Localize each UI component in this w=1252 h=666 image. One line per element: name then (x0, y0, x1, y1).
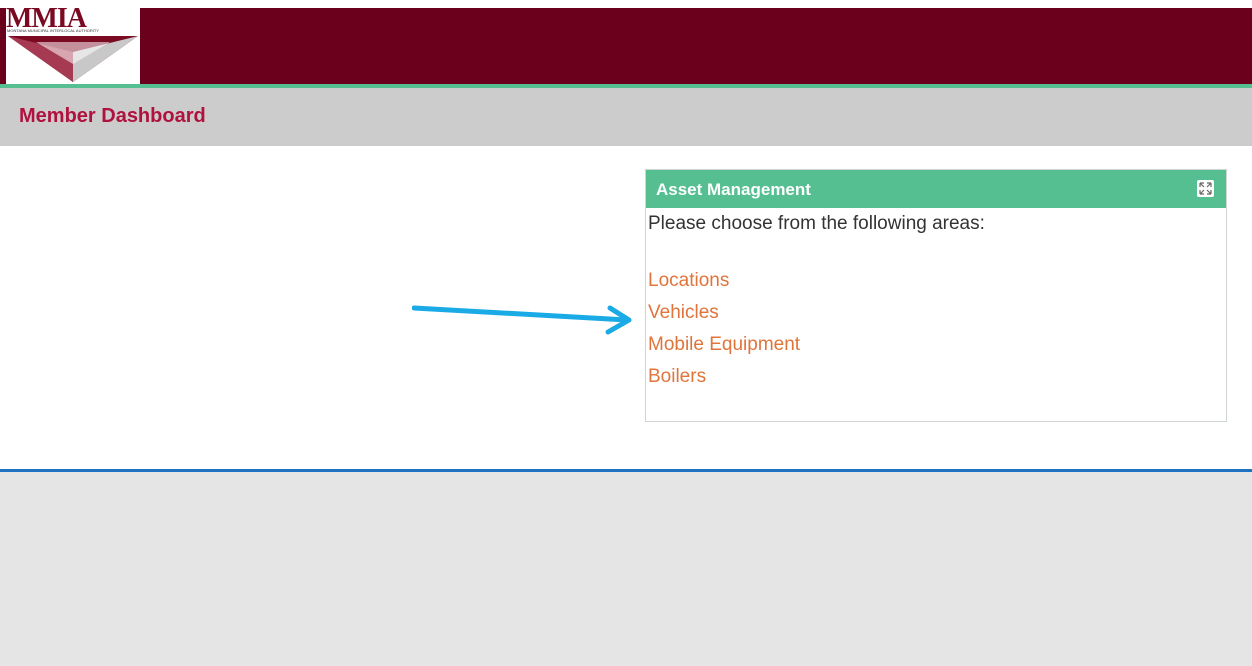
subheader-bar: Member Dashboard (0, 88, 1252, 146)
asset-links-list: Locations Vehicles Mobile Equipment Boil… (648, 270, 800, 398)
footer-area (0, 472, 1252, 666)
expand-button[interactable] (1197, 180, 1214, 197)
logo-text: MMIA (6, 8, 87, 27)
mmia-logo[interactable]: MMIA MONTANA MUNICIPAL INTERLOCAL AUTHOR… (6, 8, 140, 84)
boilers-link[interactable]: Boilers (648, 366, 706, 387)
list-item: Mobile Equipment (648, 334, 800, 366)
list-item: Vehicles (648, 302, 800, 334)
widget-title: Asset Management (656, 180, 811, 199)
top-strip (0, 0, 1252, 8)
page-title: Member Dashboard (19, 105, 206, 127)
widget-intro-text: Please choose from the following areas: (648, 213, 985, 234)
arrow-right-icon (412, 305, 632, 335)
list-item: Locations (648, 270, 800, 302)
logo-emblem-icon (8, 36, 138, 82)
expand-icon (1199, 182, 1212, 195)
top-banner: MMIA MONTANA MUNICIPAL INTERLOCAL AUTHOR… (0, 0, 1252, 85)
list-item: Boilers (648, 366, 800, 398)
logo-subtext: MONTANA MUNICIPAL INTERLOCAL AUTHORITY (7, 28, 100, 33)
vehicles-link[interactable]: Vehicles (648, 302, 719, 323)
widget-header: Asset Management (646, 170, 1226, 208)
locations-link[interactable]: Locations (648, 270, 729, 291)
mobile-equipment-link[interactable]: Mobile Equipment (648, 334, 800, 355)
asset-management-widget: Asset Management Please choose from the … (645, 169, 1227, 422)
